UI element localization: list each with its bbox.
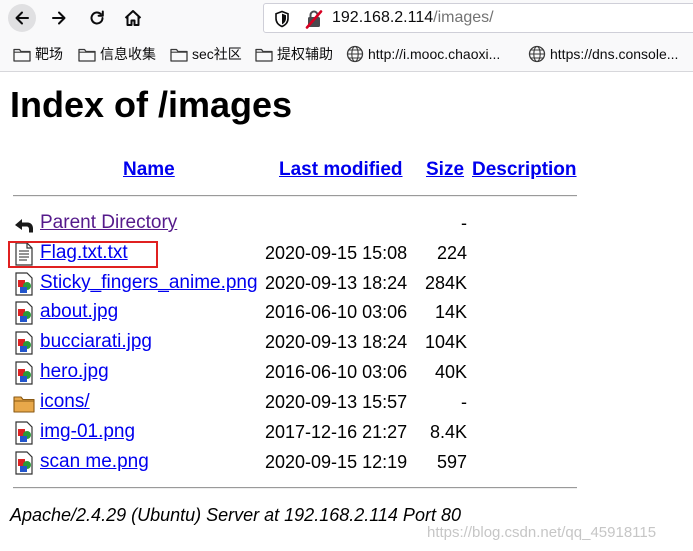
file-size: 40K [434, 362, 467, 382]
back-arrow-icon [15, 11, 29, 25]
shield-icon[interactable] [274, 10, 290, 28]
globe-icon [346, 45, 364, 63]
listing-row-scan-me: scan me.png 2020-09-15 12:19 597 [0, 448, 693, 478]
listing-row-hero: hero.jpg 2016-06-10 03:06 40K [0, 358, 693, 388]
image-file-icon [15, 421, 33, 445]
file-size: 14K [434, 302, 467, 322]
file-link-sticky-fingers[interactable]: Sticky_fingers_anime.png [40, 271, 258, 295]
folder-icon [170, 48, 188, 62]
bookmark-folder-privesc[interactable]: 提权辅助 [255, 44, 333, 64]
url-text[interactable]: 192.168.2.114/images/ [332, 8, 494, 28]
listing-row-img-01: img-01.png 2017-12-16 21:27 8.4K [0, 418, 693, 448]
file-date: 2016-06-10 03:06 [265, 362, 408, 382]
listing-row-parent-directory: Parent Directory - [0, 209, 693, 239]
file-link-scan-me[interactable]: scan me.png [40, 450, 149, 474]
insecure-connection-icon[interactable] [305, 9, 323, 29]
bookmark-label: http://i.mooc.chaoxi... [368, 46, 501, 62]
bookmark-label: 信息收集 [100, 46, 156, 62]
file-size: - [461, 213, 467, 233]
file-size: 284K [424, 273, 467, 293]
file-link-about[interactable]: about.jpg [40, 300, 118, 324]
image-file-icon [15, 331, 33, 355]
image-file-icon [15, 361, 33, 385]
reload-icon [90, 10, 104, 25]
file-size: 8.4K [429, 422, 467, 442]
bookmark-label: 提权辅助 [277, 46, 333, 62]
listing-row-bucciarati: bucciarati.jpg 2020-09-13 18:24 104K [0, 328, 693, 358]
image-file-icon [15, 451, 33, 475]
file-size: 224 [436, 243, 467, 263]
listing-row-sticky-fingers: Sticky_fingers_anime.png 2020-09-13 18:2… [0, 269, 693, 299]
file-date: 2020-09-15 15:08 [265, 243, 408, 263]
file-link-bucciarati[interactable]: bucciarati.jpg [40, 330, 152, 354]
file-size: 597 [436, 452, 467, 472]
file-link-hero[interactable]: hero.jpg [40, 360, 109, 384]
sort-by-size-link[interactable]: Size [426, 158, 464, 182]
folder-icon [255, 48, 273, 62]
page-title: Index of /images [10, 84, 293, 125]
file-link-img-01[interactable]: img-01.png [40, 420, 135, 444]
folder-icon [78, 48, 96, 62]
image-file-icon [15, 272, 33, 296]
address-bar[interactable]: 192.168.2.114/images/ [263, 3, 693, 33]
listing-row-about: about.jpg 2016-06-10 03:06 14K [0, 298, 693, 328]
url-host: 192.168.2.114 [332, 9, 434, 26]
listing-row-icons-folder: icons/ 2020-09-13 15:57 - [0, 388, 693, 418]
home-icon [124, 10, 142, 26]
red-highlight-box [8, 241, 158, 268]
reload-button[interactable] [84, 5, 110, 31]
back-button[interactable] [8, 4, 36, 32]
bookmark-dns-console[interactable]: https://dns.console... [528, 44, 678, 64]
forward-arrow-icon [52, 11, 66, 25]
watermark: https://blog.csdn.net/qq_45918115 [427, 524, 657, 541]
sort-by-last-modified-link[interactable]: Last modified [279, 158, 403, 182]
server-signature: Apache/2.4.29 (Ubuntu) Server at 192.168… [10, 505, 461, 525]
parent-directory-link[interactable]: Parent Directory [40, 211, 177, 235]
header-divider [13, 195, 577, 197]
file-date: 2020-09-13 18:24 [265, 332, 408, 352]
footer-divider [13, 487, 577, 489]
sort-by-description-link[interactable]: Description [472, 158, 577, 182]
file-date: 2020-09-15 12:19 [265, 452, 408, 472]
bookmark-label: sec社区 [192, 46, 242, 62]
bookmark-label: 靶场 [35, 46, 63, 62]
file-size: 104K [424, 332, 467, 352]
folder-link-icons[interactable]: icons/ [40, 390, 90, 414]
file-date: 2016-06-10 03:06 [265, 302, 408, 322]
file-date: 2020-09-13 18:24 [265, 273, 408, 293]
folder-icon [13, 48, 31, 62]
browser-toolbar: 192.168.2.114/images/ [0, 0, 693, 36]
bookmark-folder-info-gathering[interactable]: 信息收集 [78, 44, 156, 64]
bookmarks-toolbar: 靶场 信息收集 sec社区 提权辅助 http://i.mooc.chaoxi.… [0, 36, 693, 72]
back-arrow-icon [15, 219, 33, 233]
bookmark-folder-sec-community[interactable]: sec社区 [170, 44, 242, 64]
folder-icon [13, 396, 35, 413]
forward-button[interactable] [46, 5, 72, 31]
sort-by-name-link[interactable]: Name [123, 158, 175, 182]
image-file-icon [15, 301, 33, 325]
globe-icon [528, 45, 546, 63]
bookmark-folder-range[interactable]: 靶场 [13, 44, 63, 64]
file-size: - [461, 392, 467, 412]
file-date: 2020-09-13 15:57 [265, 392, 408, 412]
bookmark-mooc[interactable]: http://i.mooc.chaoxi... [346, 44, 500, 64]
home-button[interactable] [120, 5, 146, 31]
file-date: 2017-12-16 21:27 [265, 422, 408, 442]
url-path: /images/ [433, 9, 494, 26]
bookmark-label: https://dns.console... [550, 46, 679, 62]
